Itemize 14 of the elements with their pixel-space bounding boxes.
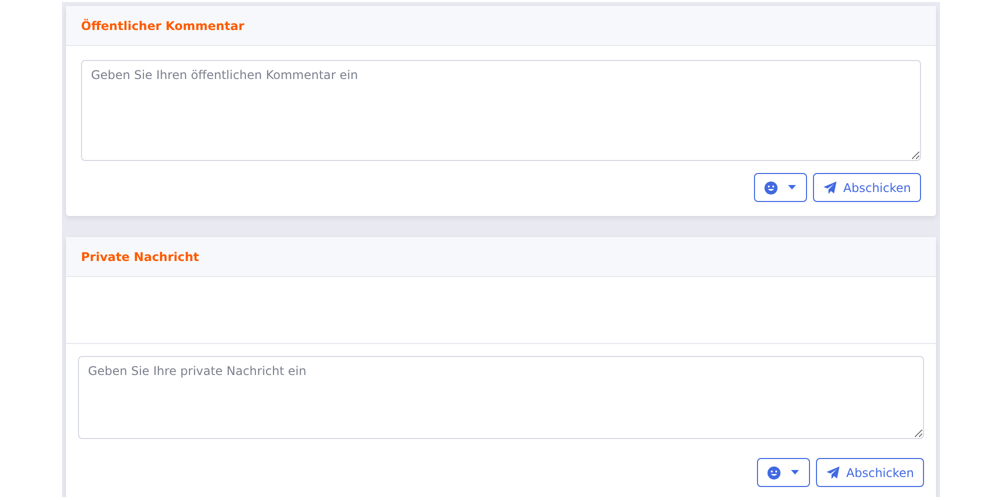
smiley-icon: [764, 180, 778, 194]
send-button[interactable]: Abschicken: [813, 173, 921, 202]
paper-plane-icon: [823, 180, 838, 194]
card-title: Private Nachricht: [81, 250, 200, 264]
emoji-button[interactable]: [757, 458, 810, 487]
smiley-icon: [767, 466, 782, 480]
paper-plane-icon: [826, 466, 840, 480]
message-field[interactable]: Geben Sie Ihren öffentlichen Kommentar ein: [81, 60, 921, 161]
send-button[interactable]: Abschicken: [816, 458, 924, 487]
caret-icon: [788, 185, 796, 190]
card-title: Öffentlicher Kommentar: [81, 18, 244, 32]
message-field[interactable]: Geben Sie Ihre private Nachricht ein: [78, 356, 924, 439]
caret-icon: [791, 470, 800, 475]
emoji-button[interactable]: [754, 173, 808, 202]
